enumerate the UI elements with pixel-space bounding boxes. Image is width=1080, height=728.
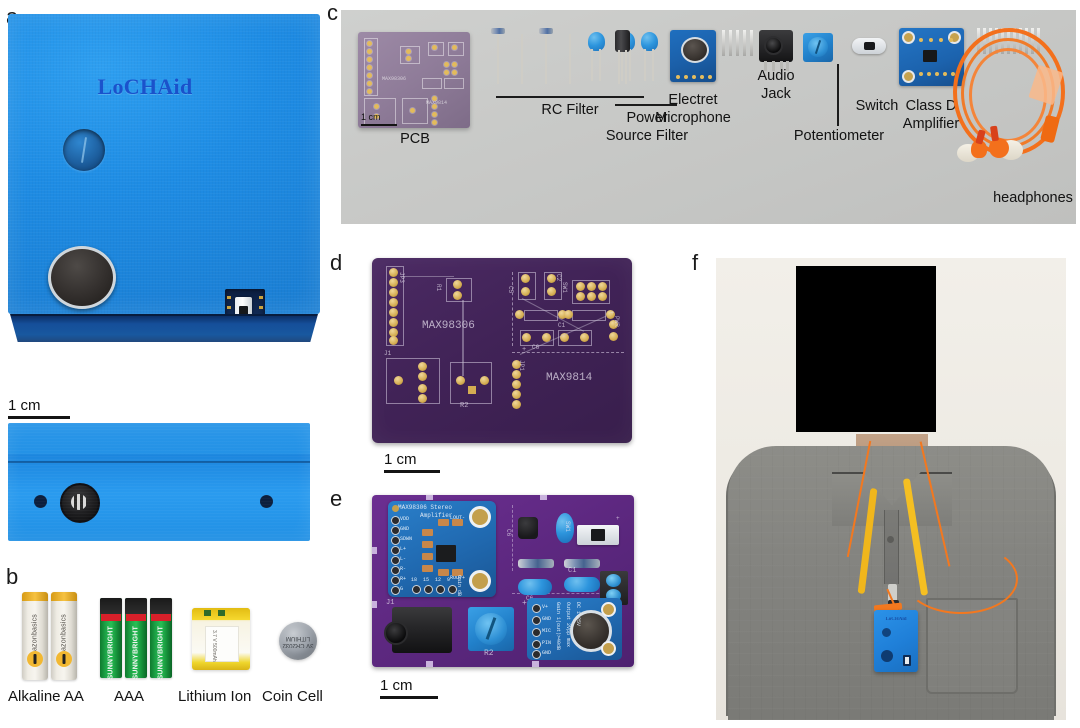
battery-aaa-3: SUNNYBRIGHT	[150, 598, 172, 680]
panel-a-device-top-view: LoCHAid	[8, 14, 320, 342]
battery-aaa-1: SUNNYBRIGHT	[100, 598, 122, 680]
battery-lithium-ion: 3.7 V 500mAh	[192, 608, 250, 670]
label-electret: Electret	[668, 92, 718, 108]
headphones-group: headphones	[917, 24, 1077, 224]
panel-letter-e: e	[330, 486, 343, 511]
face-redaction-box	[796, 266, 936, 432]
bare-pcb-board: JP3 R1 MAX98306 C5 C2 SW1 PWR + C6 C1 J1…	[372, 258, 632, 443]
enclosure-top-face: LoCHAid	[8, 14, 320, 332]
resistor-2	[539, 28, 553, 84]
battery-alkaline-aa-1: amazonbasics	[22, 592, 48, 680]
module-title-line2: Amplifier	[420, 511, 453, 519]
worn-device-brand-text: LoCHAid	[885, 617, 907, 622]
switch-component	[852, 38, 886, 54]
battery-label-aaa: AAA	[114, 688, 145, 705]
worn-device-screw	[882, 628, 891, 637]
capacitor-c1	[564, 577, 600, 592]
label-source-filter: Source Filter	[605, 128, 689, 144]
label-jack: Jack	[761, 86, 791, 102]
capacitor-power-1	[641, 32, 658, 81]
side-hole-left	[34, 495, 47, 508]
battery-row: amazonbasics amazonbasics SUNNYBRIGHT SU…	[8, 588, 330, 684]
audio-jack-populated	[384, 607, 452, 653]
scalebar-panel-c: 1 cm	[361, 112, 397, 127]
panel-f-wearer-photo: LoCHAid	[716, 258, 1066, 720]
panel-letter-f: f	[692, 250, 699, 275]
panel-b-battery-comparison: amazonbasics amazonbasics SUNNYBRIGHT SU…	[8, 560, 330, 720]
earbud-right	[989, 125, 1023, 160]
microphone-port	[48, 246, 116, 309]
shirt-placket	[884, 510, 899, 584]
label-pcb: PCB	[400, 131, 430, 147]
panel-letter-d: d	[330, 250, 343, 275]
battery-coin-cell: 3V CR2032 LITHIUM	[279, 622, 317, 660]
label-microphone: Microphone	[655, 110, 731, 126]
label-audio: Audio	[757, 68, 795, 84]
shirt-button	[887, 536, 894, 543]
wearer-photo: LoCHAid	[716, 258, 1066, 720]
battery-label-coin-cell: Coin Cell	[262, 688, 323, 705]
adafruit-amplifier-module: MAX98306 Stereo Amplifier VDD GND SDWN L…	[388, 501, 496, 597]
populated-pcb-board: MAX98306 Stereo Amplifier VDD GND SDWN L…	[372, 495, 634, 667]
resistor-1b	[520, 28, 524, 84]
capacitor-c5	[518, 517, 538, 539]
panel-letter-c: c	[327, 0, 338, 25]
battery-aaa-2: SUNNYBRIGHT	[125, 598, 147, 680]
headphone-cord-loop	[904, 544, 1018, 614]
switch-sw1	[577, 525, 619, 545]
side-hole-right	[260, 495, 273, 508]
scalebar-panel-a: 1 cm	[8, 398, 70, 419]
electret-microphone-module	[670, 30, 716, 82]
figure-canvas: a LoCHAid 1 cm	[0, 0, 1080, 728]
potentiometer-r2	[468, 607, 514, 651]
enclosure-side-edge	[10, 314, 318, 342]
panel-a-device-side-view	[8, 423, 310, 541]
enclosure-side-face	[8, 423, 310, 541]
battery-label-alkaline-aa: Alkaline AA	[8, 688, 84, 705]
scalebar-panel-e: 1 cm	[380, 678, 438, 699]
leader-line-potentiometer	[837, 64, 839, 126]
enclosure-seam	[8, 461, 310, 463]
enclosure-screw	[63, 129, 105, 171]
battery-label-row: Alkaline AA AAA Lithium Ion Coin Cell	[8, 688, 330, 712]
panel-d-bare-pcb: JP3 R1 MAX98306 C5 C2 SW1 PWR + C6 C1 J1…	[372, 258, 632, 443]
rule-rc-filter	[496, 96, 644, 98]
battery-label-lithium-ion: Lithium Ion	[178, 688, 252, 705]
resistor-r1	[518, 559, 554, 568]
microphone-module-populated: V+ GND MIC PIN GND Gain 1(out)>40dB Outp…	[527, 598, 622, 660]
potentiometer-component	[803, 33, 833, 62]
resistor-1	[491, 28, 505, 84]
worn-device-switch	[903, 655, 911, 666]
earbud-left	[957, 129, 987, 162]
device-brand-text: LoCHAid	[97, 74, 193, 99]
resistor-2b	[568, 28, 572, 84]
electrolytic-capacitor	[615, 30, 630, 84]
capacitor-c6	[518, 579, 552, 595]
battery-alkaline-aa-2: amazonbasics	[51, 592, 77, 680]
audio-jack-port	[60, 483, 100, 523]
header-pins-left	[722, 30, 756, 58]
scalebar-panel-d: 1 cm	[384, 452, 440, 473]
panel-e-populated-pcb: MAX98306 Stereo Amplifier VDD GND SDWN L…	[372, 495, 634, 667]
module-title-line1: MAX98306 Stereo	[398, 504, 453, 511]
panel-c-components-photo: MAX98306 MAX9814 1 cm PCB RC Filter Powe…	[341, 10, 1076, 224]
capacitor-rc-1	[588, 32, 605, 81]
audio-jack-component	[759, 30, 793, 71]
label-headphones: headphones	[993, 190, 1073, 206]
worn-device-microphone	[881, 650, 893, 662]
worn-device: LoCHAid	[874, 610, 918, 672]
